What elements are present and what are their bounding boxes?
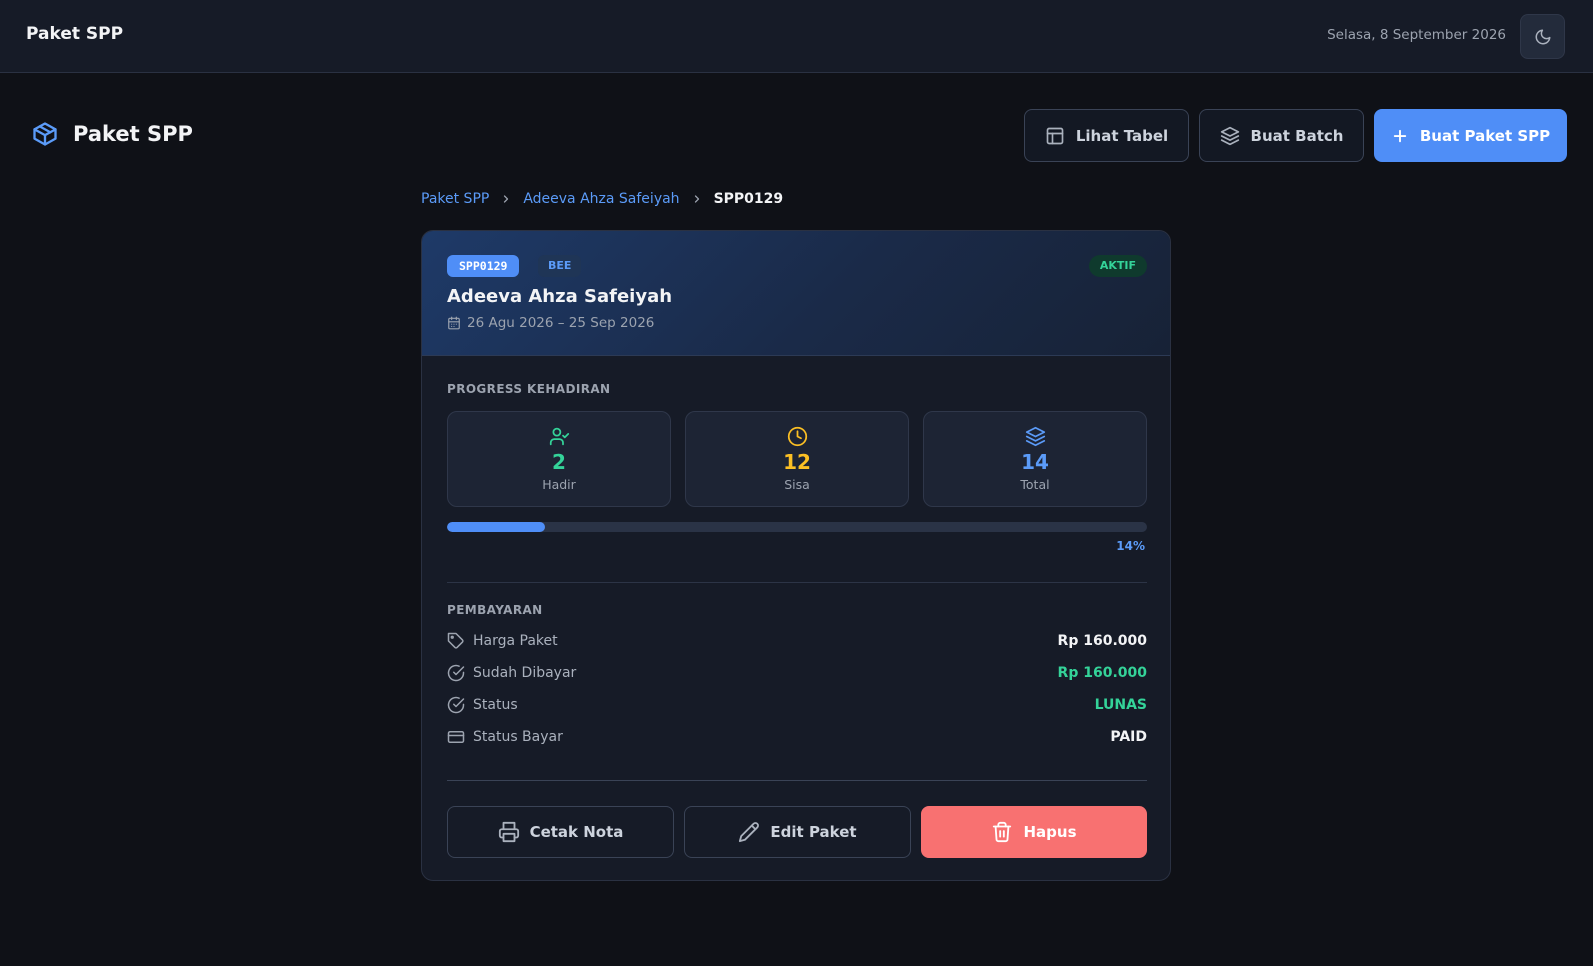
section-divider bbox=[447, 780, 1147, 781]
chevron-right-icon bbox=[691, 193, 703, 205]
print-receipt-label: Cetak Nota bbox=[529, 823, 624, 841]
package-code-badge: SPP0129 bbox=[447, 255, 520, 277]
theme-toggle-button[interactable] bbox=[1520, 14, 1565, 59]
delete-package-label: Hapus bbox=[1023, 823, 1077, 841]
breadcrumb-root-link[interactable]: Paket SPP bbox=[421, 191, 489, 207]
status-badge: AKTIF bbox=[1088, 255, 1147, 277]
class-badge: BEE bbox=[538, 255, 582, 277]
app-title: Paket SPP bbox=[26, 24, 124, 44]
credit-card-icon bbox=[447, 728, 465, 746]
payment-row-paid: Sudah Dibayar Rp 160.000 bbox=[447, 662, 1147, 684]
table-icon bbox=[1045, 126, 1065, 146]
create-package-button[interactable]: Buat Paket SPP bbox=[1374, 109, 1567, 162]
attendance-progress-percent: 14% bbox=[1116, 539, 1145, 553]
layers-icon bbox=[1025, 426, 1046, 447]
plus-icon bbox=[1391, 127, 1409, 145]
payment-value: LUNAS bbox=[1094, 697, 1147, 713]
create-batch-label: Buat Batch bbox=[1250, 126, 1344, 145]
payment-label: Sudah Dibayar bbox=[473, 665, 577, 681]
payment-label: Status bbox=[473, 697, 518, 713]
date-range: 26 Agu 2026 – 25 Sep 2026 bbox=[447, 315, 654, 331]
tag-icon bbox=[447, 632, 465, 650]
payment-label: Status Bayar bbox=[473, 729, 563, 745]
present-count: 2 bbox=[552, 450, 566, 474]
attendance-progress-bar bbox=[447, 522, 1147, 532]
clock-icon bbox=[787, 426, 808, 447]
top-bar: Paket SPP Selasa, 8 September 2026 bbox=[0, 0, 1593, 73]
edit-package-label: Edit Paket bbox=[770, 823, 857, 841]
total-count: 14 bbox=[1021, 450, 1049, 474]
trash-icon bbox=[991, 821, 1013, 843]
payment-label: Harga Paket bbox=[473, 633, 558, 649]
date-range-text: 26 Agu 2026 – 25 Sep 2026 bbox=[467, 315, 655, 331]
create-batch-button[interactable]: Buat Batch bbox=[1199, 109, 1364, 162]
package-detail-card: SPP0129 BEE AKTIF Adeeva Ahza Safeiyah 2… bbox=[421, 230, 1171, 881]
remaining-count: 12 bbox=[783, 450, 811, 474]
edit-package-button[interactable]: Edit Paket bbox=[684, 806, 911, 858]
current-date: Selasa, 8 September 2026 bbox=[1327, 27, 1506, 43]
payment-row-pay-status: Status Bayar PAID bbox=[447, 726, 1147, 748]
payment-value: Rp 160.000 bbox=[1057, 633, 1147, 649]
create-package-label: Buat Paket SPP bbox=[1419, 126, 1551, 145]
print-receipt-button[interactable]: Cetak Nota bbox=[447, 806, 674, 858]
view-table-button[interactable]: Lihat Tabel bbox=[1024, 109, 1189, 162]
payment-value: PAID bbox=[1110, 729, 1147, 745]
student-name: Adeeva Ahza Safeiyah bbox=[447, 286, 673, 307]
present-label: Hadir bbox=[542, 477, 576, 492]
remaining-label: Sisa bbox=[784, 477, 810, 492]
printer-icon bbox=[498, 821, 520, 843]
present-stat: 2 Hadir bbox=[447, 411, 671, 507]
layers-icon bbox=[1220, 126, 1240, 146]
attendance-progress-fill bbox=[447, 522, 545, 532]
check-circle-icon bbox=[447, 696, 465, 714]
remaining-stat: 12 Sisa bbox=[685, 411, 909, 507]
payment-section-label: PEMBAYARAN bbox=[447, 603, 543, 617]
package-icon bbox=[31, 120, 59, 148]
attendance-section-label: PROGRESS KEHADIRAN bbox=[447, 382, 611, 396]
calendar-icon bbox=[447, 316, 461, 330]
card-header: SPP0129 BEE AKTIF Adeeva Ahza Safeiyah 2… bbox=[422, 231, 1170, 356]
view-table-label: Lihat Tabel bbox=[1075, 126, 1169, 145]
section-divider bbox=[447, 582, 1147, 583]
breadcrumb-current: SPP0129 bbox=[713, 191, 784, 207]
user-check-icon bbox=[549, 426, 570, 447]
breadcrumb-student-link[interactable]: Adeeva Ahza Safeiyah bbox=[523, 191, 679, 207]
page-title: Paket SPP bbox=[73, 122, 193, 146]
total-label: Total bbox=[1020, 477, 1050, 492]
moon-icon bbox=[1534, 28, 1552, 46]
total-stat: 14 Total bbox=[923, 411, 1147, 507]
delete-package-button[interactable]: Hapus bbox=[921, 806, 1147, 858]
payment-row-status: Status LUNAS bbox=[447, 694, 1147, 716]
chevron-right-icon bbox=[500, 193, 512, 205]
breadcrumb: Paket SPP Adeeva Ahza Safeiyah SPP0129 bbox=[421, 191, 783, 207]
pencil-icon bbox=[738, 821, 760, 843]
payment-value: Rp 160.000 bbox=[1057, 665, 1147, 681]
check-circle-icon bbox=[447, 664, 465, 682]
payment-row-price: Harga Paket Rp 160.000 bbox=[447, 630, 1147, 652]
